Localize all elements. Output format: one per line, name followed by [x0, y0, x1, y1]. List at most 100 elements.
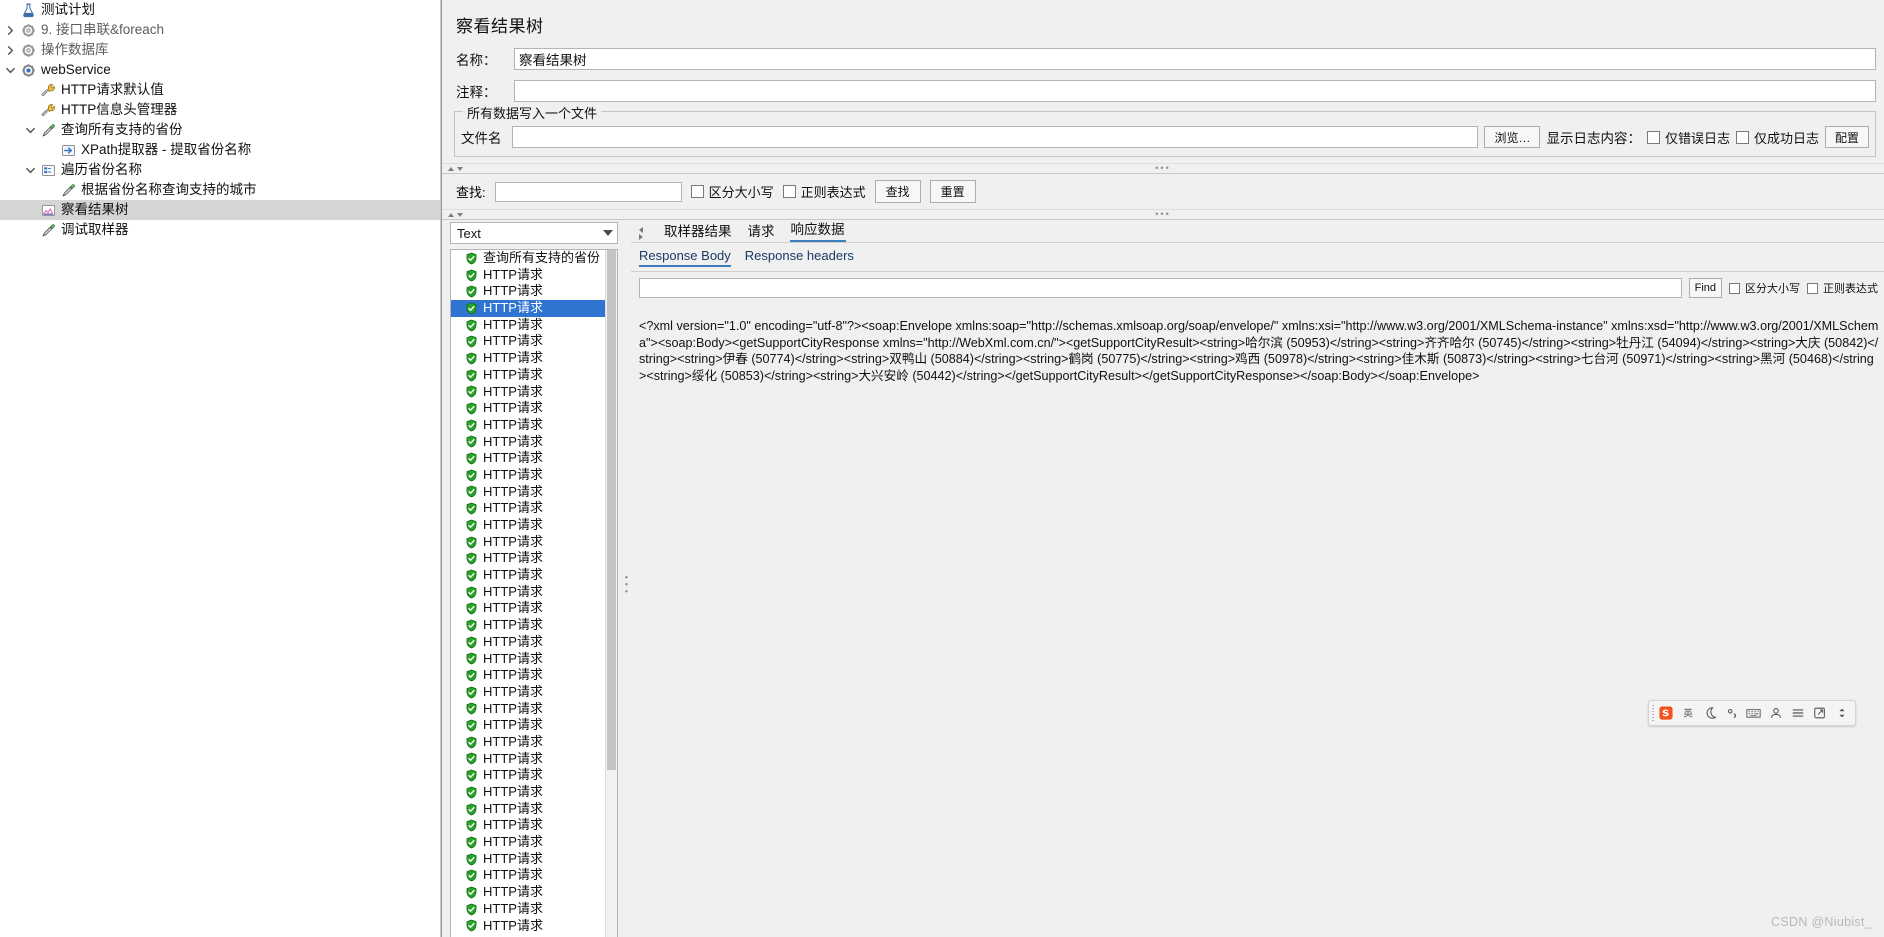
splitter-top[interactable]: •••: [442, 163, 1884, 174]
find-button[interactable]: Find: [1688, 278, 1722, 298]
tree-item-10[interactable]: 察看结果树: [0, 200, 440, 220]
ime-floating-toolbar[interactable]: 英: [1648, 700, 1856, 726]
drag-handle[interactable]: [1652, 705, 1654, 721]
sampler-result-row[interactable]: HTTP请求: [451, 283, 617, 300]
splitter-grip[interactable]: •••: [1155, 164, 1170, 173]
sampler-result-row[interactable]: HTTP请求: [451, 317, 617, 334]
sampler-result-row[interactable]: HTTP请求: [451, 384, 617, 401]
sampler-result-row[interactable]: HTTP请求: [451, 717, 617, 734]
sampler-result-row[interactable]: HTTP请求: [451, 701, 617, 718]
chevron-down-icon[interactable]: [603, 230, 613, 236]
sampler-result-row[interactable]: 查询所有支持的省份: [451, 250, 617, 267]
sampler-result-row[interactable]: HTTP请求: [451, 634, 617, 651]
sampler-result-list[interactable]: 查询所有支持的省份 HTTP请求 HTTP请求 HTTP请求 HTTP请求 HTTP请求 H…: [450, 249, 618, 937]
tab-2[interactable]: 响应数据: [789, 218, 846, 242]
user-icon[interactable]: [1768, 706, 1783, 721]
sampler-result-row[interactable]: HTTP请求: [451, 267, 617, 284]
sampler-result-row[interactable]: HTTP请求: [451, 300, 617, 317]
tab-1[interactable]: 请求: [747, 220, 776, 242]
sampler-result-row[interactable]: HTTP请求: [451, 684, 617, 701]
collapse-up-icon[interactable]: [448, 212, 454, 217]
checkbox-box[interactable]: [1729, 282, 1740, 294]
sampler-result-row[interactable]: HTTP请求: [451, 567, 617, 584]
sampler-result-row[interactable]: HTTP请求: [451, 550, 617, 567]
chevron-right-icon[interactable]: [2, 20, 18, 40]
checkbox-box[interactable]: [1646, 130, 1660, 144]
tree-item-0[interactable]: 测试计划: [0, 0, 440, 20]
reset-button[interactable]: 重置: [929, 180, 976, 203]
sampler-result-row[interactable]: HTTP请求: [451, 651, 617, 668]
errors-only-checkbox[interactable]: 仅错误日志: [1646, 128, 1730, 147]
tree-item-5[interactable]: HTTP信息头管理器: [0, 100, 440, 120]
sampler-result-row[interactable]: HTTP请求: [451, 751, 617, 768]
sampler-result-row[interactable]: HTTP请求: [451, 600, 617, 617]
collapse-down-icon[interactable]: [457, 166, 463, 171]
sampler-result-row[interactable]: HTTP请求: [451, 817, 617, 834]
search-case-sensitive-checkbox[interactable]: 区分大小写: [690, 182, 774, 201]
sampler-result-row[interactable]: HTTP请求: [451, 467, 617, 484]
sampler-result-row[interactable]: HTTP请求: [451, 584, 617, 601]
chinese-english-toggle-icon[interactable]: 英: [1680, 706, 1695, 721]
sampler-result-row[interactable]: HTTP请求: [451, 784, 617, 801]
menu-icon[interactable]: [1790, 706, 1805, 721]
tree-item-4[interactable]: HTTP请求默认值: [0, 80, 440, 100]
sampler-result-row[interactable]: HTTP请求: [451, 901, 617, 918]
chevron-down-icon[interactable]: [22, 120, 38, 140]
configure-button[interactable]: 配置: [1824, 126, 1869, 148]
success-only-checkbox[interactable]: 仅成功日志: [1735, 128, 1819, 147]
sampler-result-row[interactable]: HTTP请求: [451, 367, 617, 384]
tab-scroll-arrows[interactable]: [639, 227, 647, 242]
scrollbar-thumb[interactable]: [607, 250, 616, 770]
tree-item-7[interactable]: XPath提取器 - 提取省份名称: [0, 140, 440, 160]
splitter-grip[interactable]: •••: [1155, 210, 1170, 219]
sampler-result-row[interactable]: HTTP请求: [451, 617, 617, 634]
punctuation-icon[interactable]: [1724, 706, 1739, 721]
renderer-select[interactable]: Text: [450, 222, 618, 244]
browse-button[interactable]: 浏览…: [1484, 126, 1541, 148]
results-splitter-vertical[interactable]: • • •: [622, 220, 631, 937]
expand-collapse-icon[interactable]: [1834, 706, 1849, 721]
tree-item-2[interactable]: 操作数据库: [0, 40, 440, 60]
find-input[interactable]: [639, 278, 1682, 298]
sampler-result-row[interactable]: HTTP请求: [451, 450, 617, 467]
checkbox-box[interactable]: [1807, 282, 1818, 294]
comment-input[interactable]: [514, 80, 1876, 102]
scroll-left-icon[interactable]: [639, 227, 643, 233]
sampler-result-row[interactable]: HTTP请求: [451, 918, 617, 935]
sampler-result-row[interactable]: HTTP请求: [451, 834, 617, 851]
subtab-0[interactable]: Response Body: [639, 248, 731, 267]
external-link-icon[interactable]: [1812, 706, 1827, 721]
sampler-result-row[interactable]: HTTP请求: [451, 867, 617, 884]
checkbox-box[interactable]: [782, 185, 796, 198]
tree-item-1[interactable]: 9. 接口串联&foreach: [0, 20, 440, 40]
sampler-result-row[interactable]: HTTP请求: [451, 851, 617, 868]
find-regexp-checkbox[interactable]: 正则表达式: [1807, 280, 1878, 296]
sampler-result-row[interactable]: HTTP请求: [451, 417, 617, 434]
sampler-result-row[interactable]: HTTP请求: [451, 434, 617, 451]
tree-item-9[interactable]: 根据省份名称查询支持的城市: [0, 180, 440, 200]
sampler-result-row[interactable]: HTTP请求: [451, 517, 617, 534]
sogou-logo-icon[interactable]: [1658, 706, 1673, 721]
filename-input[interactable]: [511, 126, 1479, 148]
chevron-down-icon[interactable]: [2, 60, 18, 80]
sampler-result-row[interactable]: HTTP请求: [451, 801, 617, 818]
chevron-right-icon[interactable]: [2, 40, 18, 60]
collapse-down-icon[interactable]: [457, 212, 463, 217]
tree-item-3[interactable]: webService: [0, 60, 440, 80]
sampler-result-row[interactable]: HTTP请求: [451, 500, 617, 517]
tab-0[interactable]: 取样器结果: [663, 220, 733, 242]
splitter-grip[interactable]: •••: [625, 573, 628, 596]
sampler-result-row[interactable]: HTTP请求: [451, 350, 617, 367]
sampler-list-scrollbar[interactable]: [605, 250, 617, 937]
response-body-area[interactable]: <?xml version="1.0" encoding="utf-8"?><s…: [639, 316, 1884, 937]
tree-item-11[interactable]: 调试取样器: [0, 220, 440, 240]
tree-rows[interactable]: 测试计划 9. 接口串联&foreach 操作数据库 webService HTTP请求…: [0, 0, 440, 240]
sampler-result-row[interactable]: HTTP请求: [451, 484, 617, 501]
subtab-1[interactable]: Response headers: [745, 248, 854, 267]
sampler-result-row[interactable]: HTTP请求: [451, 667, 617, 684]
keyboard-icon[interactable]: [1746, 706, 1761, 721]
find-case-sensitive-checkbox[interactable]: 区分大小写: [1729, 280, 1800, 296]
sampler-rows[interactable]: 查询所有支持的省份 HTTP请求 HTTP请求 HTTP请求 HTTP请求 HTTP请求 H…: [451, 250, 617, 937]
search-input[interactable]: [494, 181, 682, 202]
tree-item-8[interactable]: 遍历省份名称: [0, 160, 440, 180]
